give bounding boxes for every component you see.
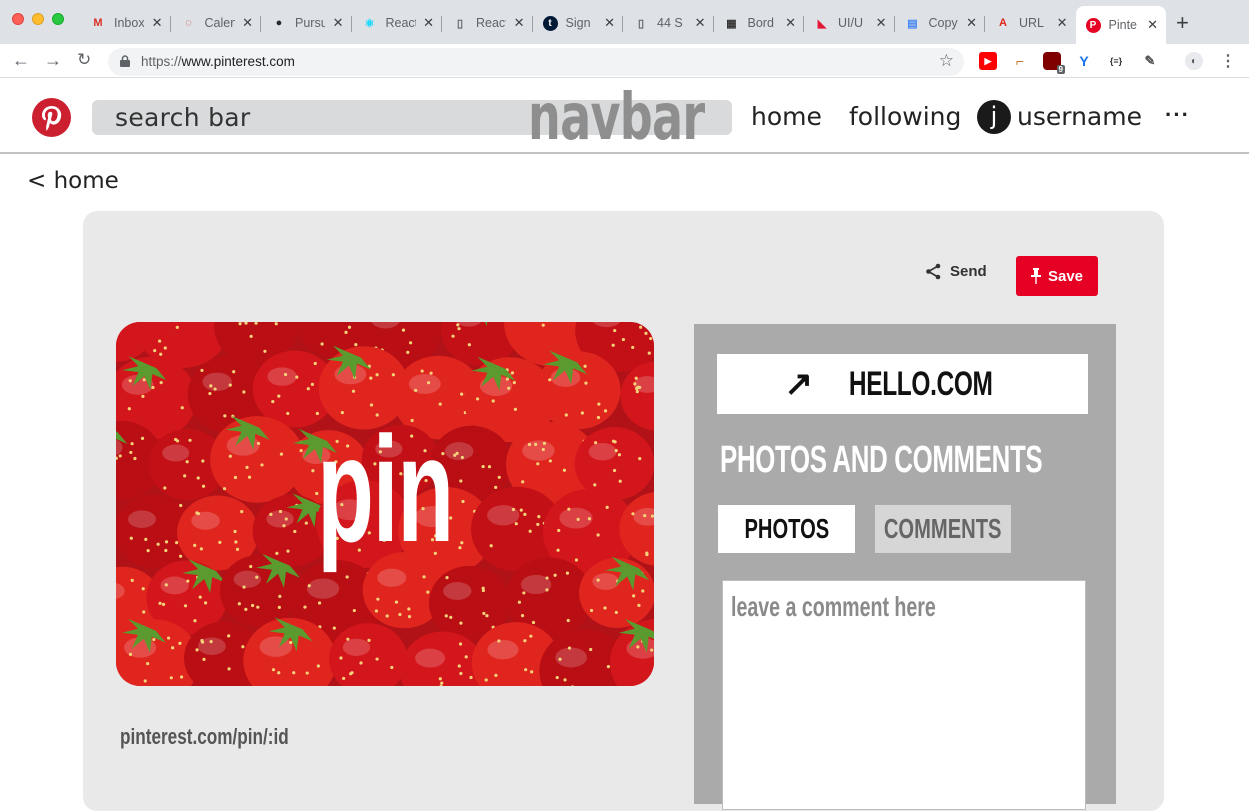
browser-tab[interactable]: ▯ React ✕: [442, 8, 533, 38]
browser-tab-title: Inbox: [114, 16, 144, 30]
document-icon: ▯: [452, 15, 468, 31]
pinterest-logo-icon[interactable]: [32, 98, 71, 137]
external-link-button[interactable]: ↗ HELLO.COM: [717, 354, 1088, 414]
external-link-arrow-icon: ↗: [785, 364, 814, 404]
avatar[interactable]: j: [977, 100, 1011, 134]
send-label: Send: [950, 263, 987, 280]
bookmark-star-icon[interactable]: ☆: [939, 51, 954, 71]
y-extension-icon[interactable]: Y: [1075, 52, 1093, 70]
browser-tab[interactable]: M Inbox ✕: [80, 8, 171, 38]
lock-icon: [120, 55, 130, 67]
browser-tab-strip: M Inbox ✕ ◌ Calendar ✕ ● Pursuit ✕ ⚛ React ✕ ▯ React ✕…: [0, 0, 1249, 44]
browser-tab[interactable]: ● Pursuit ✕: [261, 8, 352, 38]
shield-extension-icon[interactable]: 9: [1043, 52, 1061, 70]
send-button[interactable]: Send: [925, 263, 987, 280]
pin-route-text: pinterest.com/pin/:id: [120, 724, 289, 750]
username-link[interactable]: username: [1017, 102, 1142, 131]
close-tab-icon[interactable]: ✕: [1057, 15, 1068, 31]
browser-menu-icon[interactable]: ⋮: [1219, 52, 1237, 70]
browser-tab[interactable]: t Sign ✕: [533, 8, 624, 38]
close-tab-icon[interactable]: ✕: [785, 15, 796, 31]
search-placeholder: search bar: [115, 103, 250, 132]
back-arrow-icon[interactable]: ←: [12, 50, 30, 71]
close-window-button[interactable]: [12, 13, 24, 25]
browser-tab-title: React: [386, 16, 416, 30]
browser-tab-title: Copy: [929, 16, 959, 30]
pin-details-panel: ↗ HELLO.COM PHOTOS AND COMMENTS PHOTOS C…: [694, 324, 1116, 804]
section-title: PHOTOS AND COMMENTS: [720, 439, 1042, 482]
browser-tab-title: Pinte: [1109, 18, 1139, 32]
browser-tab[interactable]: A URL ✕: [985, 8, 1076, 38]
save-label: Save: [1048, 268, 1083, 285]
browser-toolbar: ← → ↻ https://www.pinterest.com ☆ ▶ ⌐ 9 …: [0, 44, 1249, 78]
close-tab-icon[interactable]: ✕: [333, 15, 344, 31]
navbar-annotation: navbar: [528, 86, 704, 150]
react-icon: ⚛: [362, 15, 378, 31]
browser-tab[interactable]: ◣ UI/U ✕: [804, 8, 895, 38]
browser-tab-title: React: [476, 16, 506, 30]
browser-tab-title: Bord: [748, 16, 778, 30]
browser-tab[interactable]: P Pinte ✕: [1076, 6, 1167, 44]
browser-tab-title: Calendar: [205, 16, 235, 30]
board-icon: ▦: [724, 15, 740, 31]
more-options-icon[interactable]: ···: [1165, 102, 1190, 128]
github-icon: ●: [271, 15, 287, 31]
nav-following-link[interactable]: following: [849, 102, 961, 131]
reload-icon[interactable]: ↻: [77, 50, 91, 70]
profile-avatar-icon[interactable]: ◐: [1185, 52, 1203, 70]
tab-photos[interactable]: PHOTOS: [718, 505, 855, 553]
docs-icon: ▤: [905, 15, 921, 31]
close-tab-icon[interactable]: ✕: [604, 15, 615, 31]
browser-tab[interactable]: ▤ Copy ✕: [895, 8, 986, 38]
browser-tab[interactable]: ⚛ React ✕: [352, 8, 443, 38]
pin-image-label: pin: [218, 414, 552, 564]
new-tab-button[interactable]: +: [1176, 10, 1189, 36]
minimize-window-button[interactable]: [32, 13, 44, 25]
close-tab-icon[interactable]: ✕: [514, 15, 525, 31]
flag-icon: ◣: [814, 15, 830, 31]
pushpin-icon: [1031, 268, 1041, 284]
browser-tab[interactable]: ▦ Bord ✕: [714, 8, 805, 38]
document-icon: ▯: [633, 15, 649, 31]
ruler-extension-icon[interactable]: ⌐: [1011, 52, 1029, 70]
browser-tab-title: Pursuit: [295, 16, 325, 30]
json-extension-icon[interactable]: {≡}: [1107, 52, 1125, 70]
share-icon: [925, 263, 942, 280]
save-button[interactable]: Save: [1016, 256, 1098, 296]
comment-input[interactable]: leave a comment here: [722, 580, 1086, 810]
pinterest-icon: P: [1086, 18, 1101, 33]
browser-tab[interactable]: ▯ 44 S ✕: [623, 8, 714, 38]
close-tab-icon[interactable]: ✕: [1147, 17, 1158, 33]
close-tab-icon[interactable]: ✕: [242, 15, 253, 31]
comment-placeholder: leave a comment here: [731, 591, 936, 623]
browser-tab[interactable]: ◌ Calendar ✕: [171, 8, 262, 38]
pin-image[interactable]: pin: [116, 322, 654, 686]
close-tab-icon[interactable]: ✕: [966, 15, 977, 31]
close-tab-icon[interactable]: ✕: [152, 15, 163, 31]
back-home-link[interactable]: < home: [27, 168, 119, 194]
close-tab-icon[interactable]: ✕: [423, 15, 434, 31]
close-tab-icon[interactable]: ✕: [695, 15, 706, 31]
close-tab-icon[interactable]: ✕: [876, 15, 887, 31]
tumblr-icon: t: [543, 16, 558, 31]
youtube-extension-icon[interactable]: ▶: [979, 52, 997, 70]
tab-comments[interactable]: COMMENTS: [875, 505, 1011, 553]
eyedropper-extension-icon[interactable]: ✎: [1141, 52, 1159, 70]
url-text: https://www.pinterest.com: [141, 54, 295, 69]
browser-tab-title: URL: [1019, 16, 1049, 30]
address-bar[interactable]: https://www.pinterest.com ☆: [108, 48, 964, 76]
browser-tab-title: 44 S: [657, 16, 687, 30]
external-link-text: HELLO.COM: [849, 365, 993, 404]
nav-home-link[interactable]: home: [751, 102, 822, 131]
gmail-icon: M: [90, 15, 106, 31]
forward-arrow-icon[interactable]: →: [44, 50, 62, 71]
browser-tab-title: Sign: [566, 16, 596, 30]
adobe-icon: A: [995, 15, 1011, 31]
site-navbar: search bar navbar home following j usern…: [0, 78, 1249, 154]
calendar-icon: ◌: [181, 15, 197, 31]
browser-tab-title: UI/U: [838, 16, 868, 30]
maximize-window-button[interactable]: [52, 13, 64, 25]
pin-card: Send Save pin pinterest.com/pin/:id ↗ HE…: [83, 211, 1164, 811]
